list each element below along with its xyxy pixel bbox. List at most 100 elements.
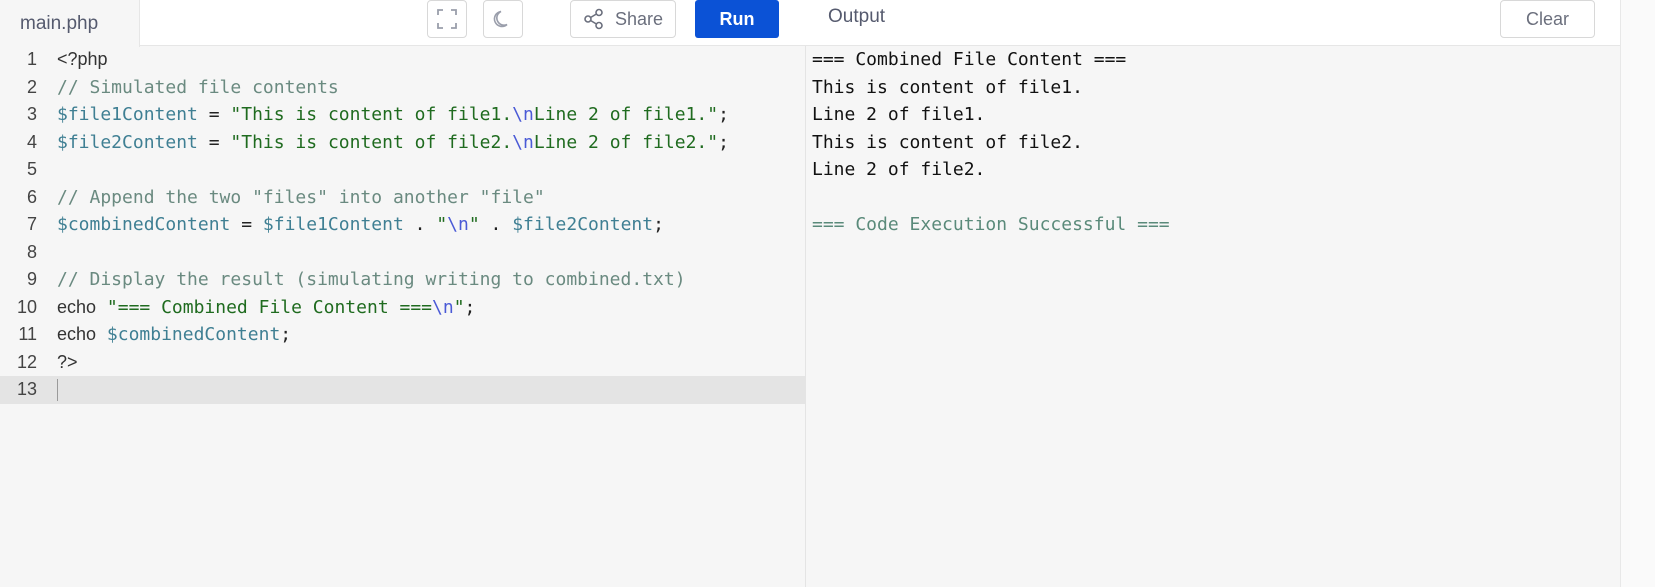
code-line[interactable]: 2 // Simulated file contents xyxy=(0,74,805,102)
code-editor[interactable]: 1 <?php 2 // Simulated file contents 3 $file1… xyxy=(0,46,805,404)
code-token: "This is content of file1. xyxy=(230,104,513,125)
output-line: === Combined File Content === xyxy=(812,49,1127,70)
code-token: = xyxy=(197,131,231,153)
fullscreen-icon xyxy=(437,9,457,29)
code-token: \n xyxy=(512,131,534,153)
code-line[interactable]: 6 // Append the two "files" into another … xyxy=(0,184,805,212)
code-token: echo xyxy=(57,324,97,344)
code-token: ?> xyxy=(57,351,78,372)
code-token: $file2Content xyxy=(57,131,198,153)
file-tab-label: main.php xyxy=(20,12,99,34)
line-number: 12 xyxy=(16,351,37,372)
line-code: echo $combinedContent; xyxy=(57,321,291,349)
text-cursor xyxy=(57,379,58,401)
share-icon xyxy=(584,8,603,30)
output-line: This is content of file2. xyxy=(812,131,1083,153)
line-code: echo "=== Combined File Content ===\n"; xyxy=(57,294,475,322)
code-token: \n xyxy=(512,104,534,125)
line-number: 6 xyxy=(26,186,37,207)
code-token: // Append the two "files" into another "… xyxy=(57,186,545,208)
code-token: = xyxy=(197,104,231,125)
code-token: <?php xyxy=(57,49,108,69)
moon-icon xyxy=(493,10,508,28)
code-token: $file1Content xyxy=(57,104,198,125)
code-token: " xyxy=(468,214,480,235)
line-number: 11 xyxy=(18,324,37,344)
editor-header: main.php Share Run xyxy=(0,0,806,47)
line-number: 3 xyxy=(26,104,37,124)
line-code: $combinedContent = $file1Content . "\n" … xyxy=(57,211,664,239)
editor-pane: main.php Share Run 1 <?php 2 // Simulate… xyxy=(0,0,806,587)
code-line[interactable]: 4 $file2Content = "This is content of fil… xyxy=(0,129,805,157)
code-line[interactable]: 1 <?php xyxy=(0,46,805,74)
code-line[interactable]: 13 xyxy=(0,376,805,404)
code-token: // Display the result (simulating writin… xyxy=(57,269,686,290)
code-token: $file1Content xyxy=(262,214,404,235)
code-line[interactable]: 12 ?> xyxy=(0,349,805,377)
code-line[interactable]: 5 xyxy=(0,156,805,184)
line-number: 10 xyxy=(16,296,37,317)
file-tab-main-php[interactable]: main.php xyxy=(0,0,140,47)
line-number: 13 xyxy=(16,379,37,399)
code-token: \n xyxy=(432,296,454,318)
line-number: 8 xyxy=(26,241,37,262)
line-code: // Append the two "files" into another "… xyxy=(57,184,545,212)
line-number: 4 xyxy=(26,131,37,152)
line-code: // Display the result (simulating writin… xyxy=(57,266,686,294)
code-token: ; xyxy=(718,104,729,125)
share-label: Share xyxy=(614,8,664,29)
code-token: ; xyxy=(653,214,664,235)
output-pane: Output Clear === Combined File Content =… xyxy=(806,0,1620,587)
code-token: // Simulated file contents xyxy=(57,76,339,98)
output-console: === Combined File Content === This is con… xyxy=(812,46,1170,239)
code-token: $combinedContent xyxy=(57,214,231,235)
theme-toggle-button[interactable] xyxy=(483,0,523,38)
code-token: ; xyxy=(718,131,729,153)
execution-status: === Code Execution Successful === xyxy=(812,214,1170,235)
online-compiler: main.php Share Run 1 <?php 2 // Simulate… xyxy=(0,0,1655,587)
output-line: This is content of file1. xyxy=(812,76,1083,98)
output-line: Line 2 of file1. xyxy=(812,104,986,125)
code-token: ; xyxy=(464,296,476,318)
code-line[interactable]: 11 echo $combinedContent; xyxy=(0,321,805,349)
line-code: ?> xyxy=(57,349,78,377)
fullscreen-button[interactable] xyxy=(427,0,467,38)
code-line[interactable]: 9 // Display the result (simulating writi… xyxy=(0,266,805,294)
code-token: Line 2 of file1." xyxy=(533,104,719,125)
code-token: "This is content of file2. xyxy=(230,131,513,153)
output-header: Output Clear xyxy=(806,0,1620,46)
code-token: $file2Content xyxy=(512,214,654,235)
clear-label: Clear xyxy=(1525,8,1569,29)
line-code: // Simulated file contents xyxy=(57,74,339,102)
code-token: " xyxy=(436,214,448,235)
share-button[interactable]: Share xyxy=(570,0,676,38)
line-number: 5 xyxy=(26,159,37,179)
code-line[interactable]: 8 xyxy=(0,239,805,267)
code-line[interactable]: 10 echo "=== Combined File Content ===\n"… xyxy=(0,294,805,322)
output-line: Line 2 of file2. xyxy=(812,159,986,180)
code-token: \n xyxy=(447,214,469,235)
code-line[interactable]: 7 $combinedContent = $file1Content . "\n"… xyxy=(0,211,805,239)
code-token: . xyxy=(479,214,513,235)
scrollbar-track[interactable] xyxy=(1620,0,1655,587)
line-code: $file1Content = "This is content of file… xyxy=(57,101,729,129)
code-token: ; xyxy=(280,324,292,345)
line-code: $file2Content = "This is content of file… xyxy=(57,129,729,157)
code-token: . xyxy=(403,214,437,235)
code-token: "=== Combined File Content === xyxy=(106,296,432,318)
output-title: Output xyxy=(828,6,886,27)
line-number: 9 xyxy=(26,269,37,289)
code-token: = xyxy=(230,214,263,235)
line-number: 7 xyxy=(26,214,37,234)
code-token: Line 2 of file2." xyxy=(533,131,719,153)
run-label: Run xyxy=(719,8,755,29)
line-number: 1 xyxy=(26,49,37,69)
code-token: $combinedContent xyxy=(106,324,281,345)
code-token: echo xyxy=(57,296,97,317)
code-line[interactable]: 3 $file1Content = "This is content of fil… xyxy=(0,101,805,129)
clear-button[interactable]: Clear xyxy=(1500,0,1595,38)
run-button[interactable]: Run xyxy=(695,0,779,38)
